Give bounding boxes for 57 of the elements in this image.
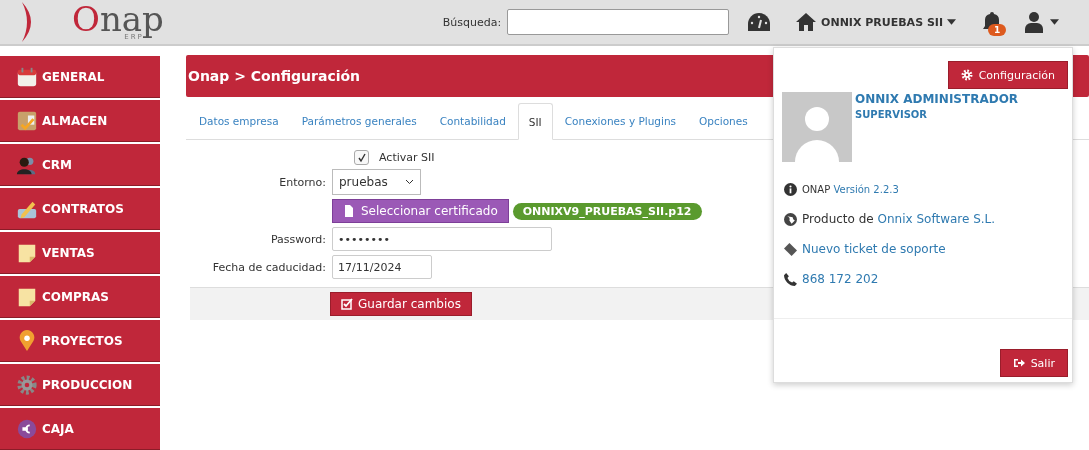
dashboard-gauge-icon[interactable] (747, 11, 772, 33)
expiry-date-field[interactable]: 17/11/2024 (332, 255, 432, 279)
info-icon (784, 182, 797, 196)
file-icon (343, 205, 355, 217)
calendar-icon (16, 65, 38, 88)
notification-count-badge: 1 (988, 24, 1007, 36)
package-icon (16, 109, 38, 132)
settings-button[interactable]: Configuración (947, 61, 1068, 89)
field-label: Password: (269, 232, 326, 246)
tab[interactable]: Conexiones y Plugins (553, 103, 688, 139)
tab[interactable]: Contabilidad (428, 103, 517, 139)
password-field[interactable]: •••••••• (332, 227, 552, 251)
gear-icon (16, 373, 38, 396)
sidebar-item[interactable]: COMPRAS (0, 276, 160, 318)
field-label: Fecha de caducidad: (211, 260, 326, 274)
user-icon[interactable] (1024, 11, 1044, 33)
user-role: SUPERVISOR (855, 109, 929, 120)
sidebar-item[interactable]: CRM (0, 144, 160, 186)
logout-button[interactable]: Salir (999, 349, 1068, 377)
select-certificate-button[interactable]: Seleccionar certificado (332, 199, 509, 223)
environment-select[interactable]: pruebas (332, 169, 421, 195)
phone-link[interactable]: 868 172 202 (802, 272, 879, 286)
settings-icon (960, 69, 973, 81)
ticket-icon (784, 242, 797, 256)
company-link[interactable]: Onnix Software S.L. (877, 212, 996, 226)
tab[interactable]: Opciones (688, 103, 759, 139)
search-field[interactable] (507, 9, 730, 35)
logout-icon (1012, 357, 1025, 369)
home-icon[interactable] (795, 12, 818, 32)
sidebar-item[interactable]: ALMACEN (0, 100, 160, 142)
save-button[interactable]: Guardar cambios (330, 292, 472, 316)
checkbox-label: Activar SII (379, 151, 435, 164)
field-label: Entorno: (278, 175, 326, 189)
sidebar-item[interactable]: VENTAS (0, 232, 160, 274)
caret-icon[interactable] (1050, 19, 1059, 25)
sidebar-item[interactable]: PRODUCCION (0, 364, 160, 406)
caret-icon[interactable] (947, 19, 956, 25)
globe-icon (784, 212, 797, 226)
sidebar-item[interactable]: CAJA (0, 408, 160, 450)
checkbox-icon (341, 298, 353, 310)
version-text: ONAP Versión 2.2.3 (802, 183, 899, 195)
product-text: Producto de Onnix Software S.L. (802, 212, 996, 226)
support-ticket-link[interactable]: Nuevo ticket de soporte (802, 242, 946, 256)
avatar-placeholder (782, 92, 852, 162)
sidebar-item[interactable]: CONTRATOS (0, 188, 160, 230)
phone-icon (784, 272, 797, 286)
tab[interactable]: Datos empresa (188, 103, 290, 139)
checkbox[interactable] (354, 150, 369, 165)
sidebar-item[interactable]: GENERAL (0, 56, 160, 98)
sidebar-item[interactable]: PROYECTOS (0, 320, 160, 362)
search-label: Búsqueda: (442, 15, 502, 29)
chevron-down-icon (405, 179, 414, 185)
certificate-file-label: ONNIXV9_PRUEBAS_SII.p12 (512, 202, 702, 220)
version-link[interactable]: Versión 2.2.3 (833, 183, 899, 195)
company-selector[interactable]: ONNIX PRUEBAS SII (821, 15, 943, 29)
tab[interactable]: Parámetros generales (290, 103, 428, 139)
tab[interactable]: SII (517, 103, 553, 140)
